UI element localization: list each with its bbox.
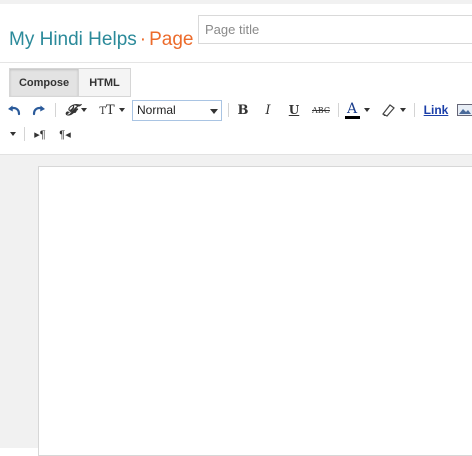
chevron-down-icon xyxy=(10,132,16,136)
tab-html[interactable]: HTML xyxy=(79,68,131,97)
link-button[interactable]: Link xyxy=(421,100,451,120)
left-to-right-icon: ▸¶ xyxy=(34,128,45,141)
toolbar-separator xyxy=(24,127,25,141)
strikethrough-button[interactable]: ABC xyxy=(310,100,332,120)
more-options-button[interactable] xyxy=(8,125,18,143)
formatting-toolbar-row2: ▸¶ ¶◂ xyxy=(0,125,472,143)
insert-image-button[interactable] xyxy=(456,100,472,120)
mode-tabs: Compose HTML xyxy=(9,68,131,97)
page-title-input[interactable] xyxy=(198,15,472,44)
rtl-button[interactable]: ¶◂ xyxy=(57,125,73,143)
italic-button[interactable]: I xyxy=(260,100,276,120)
text-color-icon: A xyxy=(345,102,360,119)
toolbar-separator xyxy=(414,103,415,117)
editor-header: My Hindi Helps·Page xyxy=(0,4,472,62)
post-breadcrumb: My Hindi Helps·Page xyxy=(9,29,193,51)
blog-name[interactable]: My Hindi Helps xyxy=(9,29,137,50)
chevron-down-icon xyxy=(400,108,406,112)
tab-compose[interactable]: Compose xyxy=(9,68,79,97)
text-color-button[interactable]: A xyxy=(343,100,371,120)
highlight-color-button[interactable] xyxy=(378,100,408,120)
toolbar-separator xyxy=(338,103,339,117)
image-icon xyxy=(457,103,472,117)
ltr-button[interactable]: ▸¶ xyxy=(32,125,48,143)
toolbar-separator xyxy=(228,103,229,117)
underline-button[interactable]: U xyxy=(286,100,302,120)
right-to-left-icon: ¶◂ xyxy=(59,128,70,141)
bold-button[interactable]: B xyxy=(235,100,251,120)
formatting-toolbar-right: B I U ABC A Link xyxy=(0,100,472,120)
header-divider xyxy=(0,62,472,63)
item-type-label: Page xyxy=(149,29,193,50)
highlighter-icon xyxy=(380,103,396,117)
chevron-down-icon xyxy=(364,108,370,112)
compose-editor-area[interactable] xyxy=(38,166,472,456)
breadcrumb-separator: · xyxy=(140,29,146,50)
